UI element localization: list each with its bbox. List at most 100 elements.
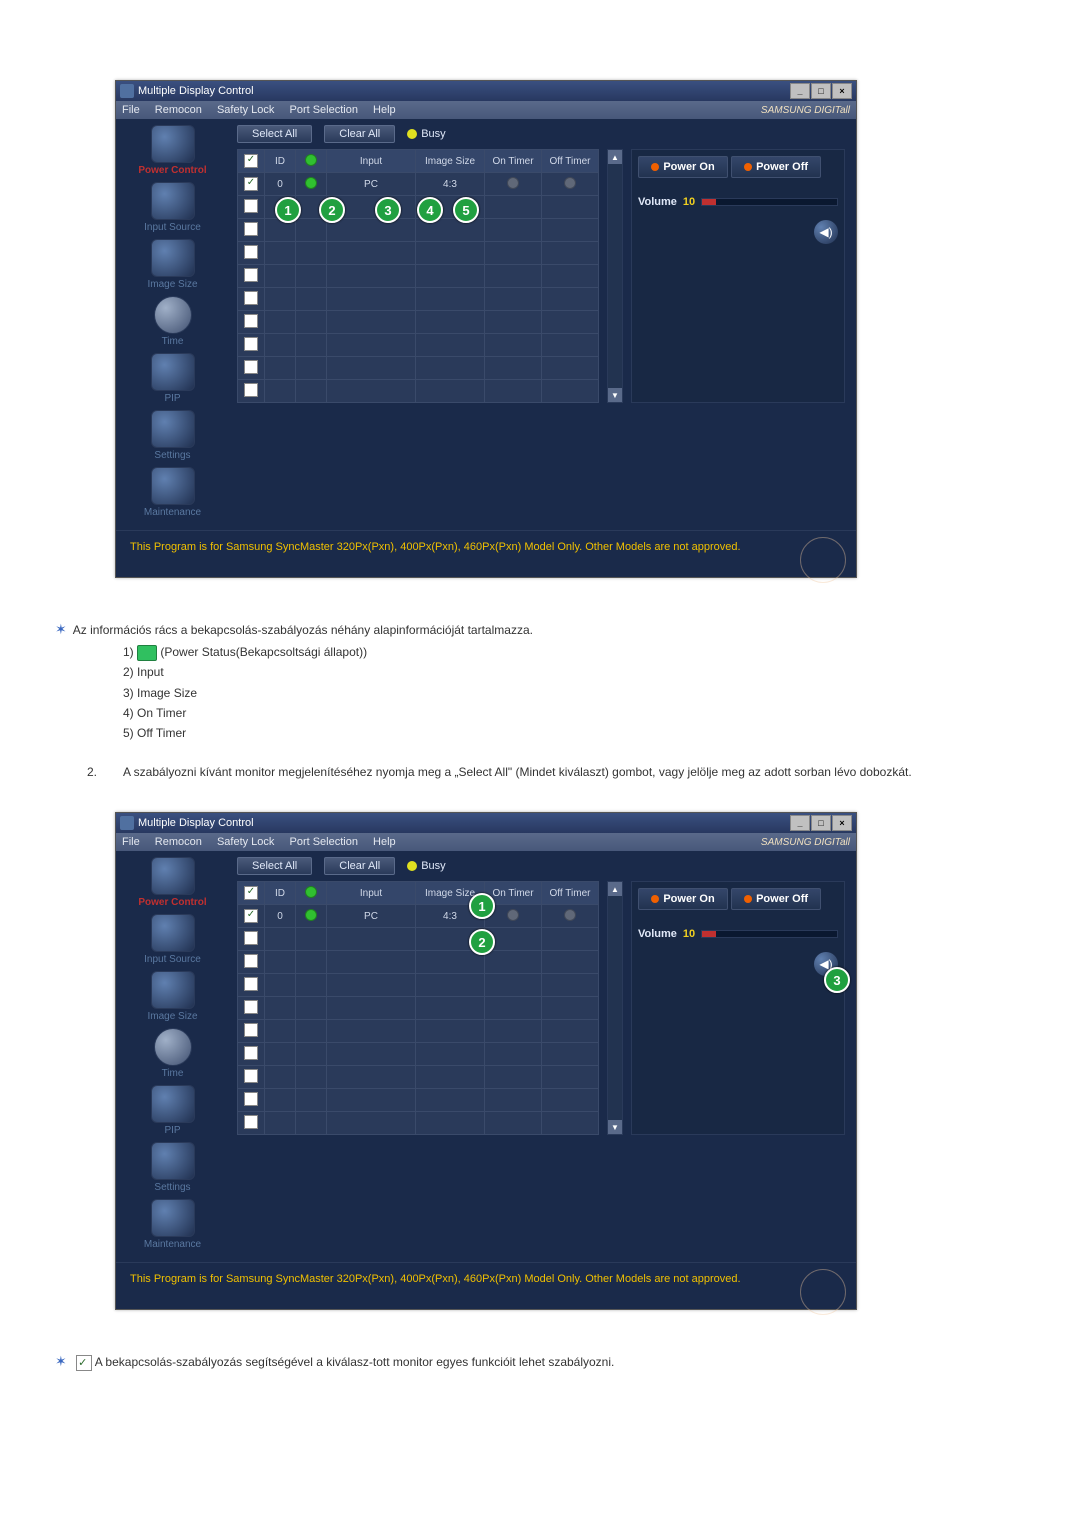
- clear-all-button[interactable]: Clear All: [324, 125, 395, 143]
- table-row[interactable]: [238, 265, 599, 288]
- sidebar-item-input-source[interactable]: Input Source: [120, 914, 225, 965]
- volume-slider[interactable]: [701, 930, 838, 938]
- image-size-icon: [151, 239, 195, 277]
- close-button[interactable]: ×: [832, 815, 852, 831]
- table-row[interactable]: [238, 997, 599, 1020]
- maximize-button[interactable]: □: [811, 815, 831, 831]
- menu-help[interactable]: Help: [373, 104, 396, 116]
- sidebar-item-input-source[interactable]: Input Source: [120, 182, 225, 233]
- table-row[interactable]: [238, 311, 599, 334]
- col-on-timer[interactable]: On Timer: [485, 150, 542, 173]
- menu-help[interactable]: Help: [373, 836, 396, 848]
- speaker-icon[interactable]: ◀): [814, 220, 838, 244]
- display-grid: ID Input Image Size On Timer Off Timer 0…: [237, 881, 599, 1135]
- screenshot-2: Multiple Display Control _ □ × File Remo…: [115, 812, 857, 1310]
- main-area: Select All Clear All Busy ID Input: [229, 119, 856, 530]
- col-check[interactable]: [238, 150, 265, 173]
- grid-scrollbar[interactable]: ▲ ▼: [607, 149, 623, 403]
- busy-label: Busy: [421, 860, 445, 872]
- menu-safety-lock[interactable]: Safety Lock: [217, 104, 274, 116]
- menu-port-selection[interactable]: Port Selection: [289, 836, 357, 848]
- scroll-up-icon[interactable]: ▲: [608, 882, 622, 896]
- col-id[interactable]: ID: [265, 150, 296, 173]
- col-off-timer[interactable]: Off Timer: [542, 150, 599, 173]
- sidebar-item-settings[interactable]: Settings: [120, 410, 225, 461]
- table-row[interactable]: [238, 928, 599, 951]
- sidebar-item-maintenance[interactable]: Maintenance: [120, 467, 225, 518]
- sidebar: Power Control Input Source Image Size Ti…: [116, 851, 229, 1262]
- maximize-button[interactable]: □: [811, 83, 831, 99]
- select-all-button[interactable]: Select All: [237, 125, 312, 143]
- window-title: Multiple Display Control: [138, 85, 254, 97]
- sidebar-item-settings[interactable]: Settings: [120, 1142, 225, 1193]
- volume-value: 10: [683, 928, 695, 940]
- col-input[interactable]: Input: [327, 150, 416, 173]
- grid-scrollbar[interactable]: ▲ ▼: [607, 881, 623, 1135]
- table-row[interactable]: [238, 357, 599, 380]
- col-id[interactable]: ID: [265, 882, 296, 905]
- menu-file[interactable]: File: [122, 104, 140, 116]
- menu-remocon[interactable]: Remocon: [155, 104, 202, 116]
- volume-row: Volume 10: [638, 196, 838, 208]
- footer-text: This Program is for Samsung SyncMaster 3…: [130, 1273, 741, 1285]
- table-row[interactable]: [238, 1089, 599, 1112]
- row-id: 0: [265, 905, 296, 928]
- sidebar-item-power-control[interactable]: Power Control: [120, 125, 225, 176]
- table-row[interactable]: [238, 380, 599, 403]
- minimize-button[interactable]: _: [790, 83, 810, 99]
- select-all-button[interactable]: Select All: [237, 857, 312, 875]
- volume-slider[interactable]: [701, 198, 838, 206]
- doc-p2-num: 2.: [87, 762, 123, 782]
- table-row[interactable]: [238, 242, 599, 265]
- menu-remocon[interactable]: Remocon: [155, 836, 202, 848]
- table-row[interactable]: [238, 974, 599, 997]
- sidebar-item-image-size[interactable]: Image Size: [120, 971, 225, 1022]
- table-row[interactable]: [238, 1066, 599, 1089]
- row-check[interactable]: [238, 173, 265, 196]
- power-on-button[interactable]: Power On: [638, 156, 728, 178]
- power-off-button[interactable]: Power Off: [731, 156, 821, 178]
- power-off-button[interactable]: Power Off: [731, 888, 821, 910]
- scroll-track[interactable]: [608, 164, 622, 388]
- menu-file[interactable]: File: [122, 836, 140, 848]
- window-title: Multiple Display Control: [138, 817, 254, 829]
- doc-l2: 2) Input: [123, 662, 1025, 682]
- doc-l1b: (Power Status(Bekapcsoltsági állapot)): [157, 645, 367, 659]
- scroll-down-icon[interactable]: ▼: [608, 388, 622, 402]
- row-check[interactable]: [238, 905, 265, 928]
- col-image-size[interactable]: Image Size: [416, 150, 485, 173]
- sidebar-item-maintenance[interactable]: Maintenance: [120, 1199, 225, 1250]
- sidebar-item-image-size[interactable]: Image Size: [120, 239, 225, 290]
- sidebar-item-pip[interactable]: PIP: [120, 353, 225, 404]
- scroll-up-icon[interactable]: ▲: [608, 150, 622, 164]
- table-row[interactable]: [238, 1043, 599, 1066]
- table-row[interactable]: [238, 1020, 599, 1043]
- menu-safety-lock[interactable]: Safety Lock: [217, 836, 274, 848]
- clear-all-button[interactable]: Clear All: [324, 857, 395, 875]
- col-off-timer[interactable]: Off Timer: [542, 882, 599, 905]
- pip-icon: [151, 1085, 195, 1123]
- col-status[interactable]: [296, 882, 327, 905]
- col-status[interactable]: [296, 150, 327, 173]
- sidebar-item-time[interactable]: Time: [120, 296, 225, 347]
- scroll-down-icon[interactable]: ▼: [608, 1120, 622, 1134]
- scroll-track[interactable]: [608, 896, 622, 1120]
- table-row[interactable]: 0 PC 4:3: [238, 905, 599, 928]
- table-row[interactable]: [238, 288, 599, 311]
- input-source-icon: [151, 182, 195, 220]
- minimize-button[interactable]: _: [790, 815, 810, 831]
- col-check[interactable]: [238, 882, 265, 905]
- close-button[interactable]: ×: [832, 83, 852, 99]
- sidebar-item-power-control[interactable]: Power Control: [120, 857, 225, 908]
- brand-label: SAMSUNG DIGITall: [761, 105, 850, 116]
- menu-port-selection[interactable]: Port Selection: [289, 104, 357, 116]
- table-row[interactable]: [238, 951, 599, 974]
- table-row[interactable]: [238, 1112, 599, 1135]
- sidebar-item-time[interactable]: Time: [120, 1028, 225, 1079]
- doc-section-2: ✶ A bekapcsolás-szabályozás segítségével…: [55, 1350, 1025, 1374]
- table-row[interactable]: [238, 334, 599, 357]
- table-row[interactable]: 0 PC 4:3: [238, 173, 599, 196]
- sidebar-item-pip[interactable]: PIP: [120, 1085, 225, 1136]
- power-on-button[interactable]: Power On: [638, 888, 728, 910]
- col-input[interactable]: Input: [327, 882, 416, 905]
